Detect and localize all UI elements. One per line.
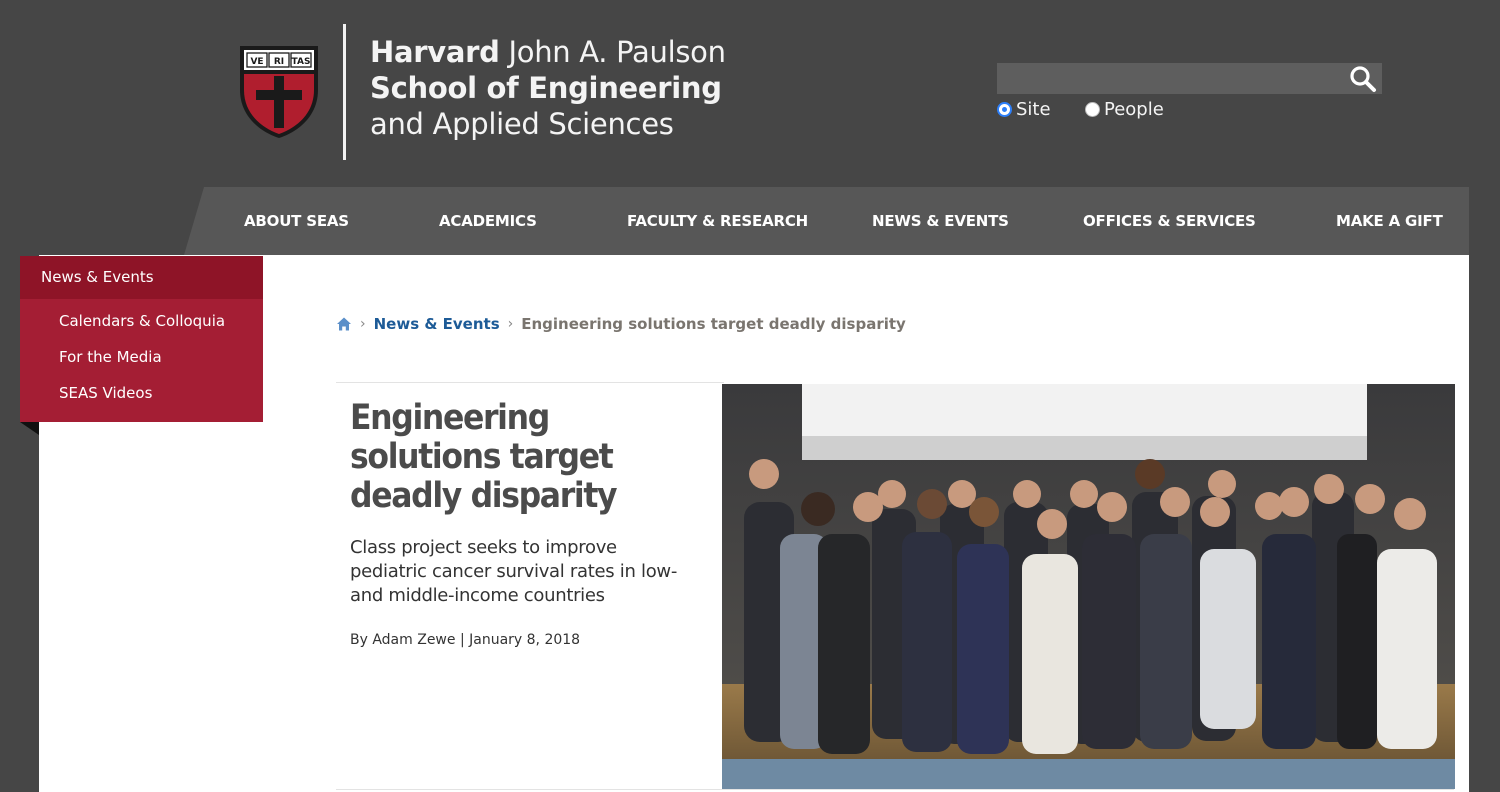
wordmark-line-3: and Applied Sciences	[370, 107, 674, 141]
shield-text-3: TAS	[292, 57, 311, 67]
section-subnav: News & Events Calendars & Colloquia For …	[20, 256, 263, 422]
search-box	[997, 63, 1382, 94]
article-subtitle: Class project seeks to improve pediatric…	[350, 537, 678, 606]
subnav-item-calendars[interactable]: Calendars & Colloquia	[20, 303, 263, 339]
wordmark-line-2: School of Engineering	[370, 71, 722, 105]
nav-make-a-gift[interactable]: MAKE A GIFT	[1336, 187, 1443, 255]
breadcrumb-separator-icon: ›	[360, 316, 366, 332]
search-scope-people-label: People	[1104, 99, 1164, 120]
article-divider-bottom	[336, 789, 1454, 790]
article-divider-top	[336, 382, 724, 383]
wordmark-line-1: Harvard John A. Paulson	[370, 34, 726, 70]
search-scope-people-radio[interactable]: People	[1085, 99, 1164, 120]
breadcrumb-home-link[interactable]	[336, 316, 352, 332]
breadcrumb-news-events-link[interactable]: News & Events	[374, 315, 500, 333]
subnav-item-media[interactable]: For the Media	[20, 339, 263, 375]
article-hero-photo	[722, 384, 1455, 789]
school-shield-logo[interactable]: VE RI TAS	[238, 44, 320, 140]
nav-offices-services[interactable]: OFFICES & SERVICES	[1083, 187, 1256, 255]
breadcrumb: › News & Events › Engineering solutions …	[336, 312, 906, 336]
radio-unselected-icon	[1085, 102, 1100, 117]
school-wordmark[interactable]: Harvard John A. Paulson School of Engine…	[370, 34, 726, 142]
search-icon	[1350, 66, 1376, 92]
breadcrumb-current: Engineering solutions target deadly disp…	[521, 315, 906, 333]
search-button[interactable]	[1344, 63, 1382, 94]
article-title: Engineering solutions target deadly disp…	[350, 398, 618, 516]
subnav-fold-shadow	[20, 422, 39, 435]
wordmark-harvard: Harvard	[370, 35, 500, 69]
shield-text-2: RI	[274, 57, 284, 67]
nav-academics[interactable]: ACADEMICS	[439, 187, 537, 255]
wordmark-paulson: John A. Paulson	[499, 35, 726, 69]
shield-icon: VE RI TAS	[240, 46, 318, 138]
main-navigation: ABOUT SEAS ACADEMICS FACULTY & RESEARCH …	[184, 187, 1469, 255]
shield-text-1: VE	[250, 57, 263, 67]
nav-about-seas[interactable]: ABOUT SEAS	[244, 187, 349, 255]
article-byline: By Adam Zewe | January 8, 2018	[350, 632, 581, 648]
nav-faculty-research[interactable]: FACULTY & RESEARCH	[627, 187, 808, 255]
radio-selected-icon	[997, 102, 1012, 117]
breadcrumb-separator-icon: ›	[507, 316, 514, 332]
subnav-item-videos[interactable]: SEAS Videos	[20, 375, 263, 411]
home-icon	[337, 317, 351, 331]
search-scope-site-radio[interactable]: Site	[997, 99, 1051, 120]
search-input[interactable]	[997, 63, 1342, 94]
brand-divider	[343, 24, 346, 160]
search-scope-site-label: Site	[1016, 99, 1051, 120]
nav-news-events[interactable]: NEWS & EVENTS	[872, 187, 1009, 255]
subnav-heading-news-events[interactable]: News & Events	[20, 256, 263, 299]
